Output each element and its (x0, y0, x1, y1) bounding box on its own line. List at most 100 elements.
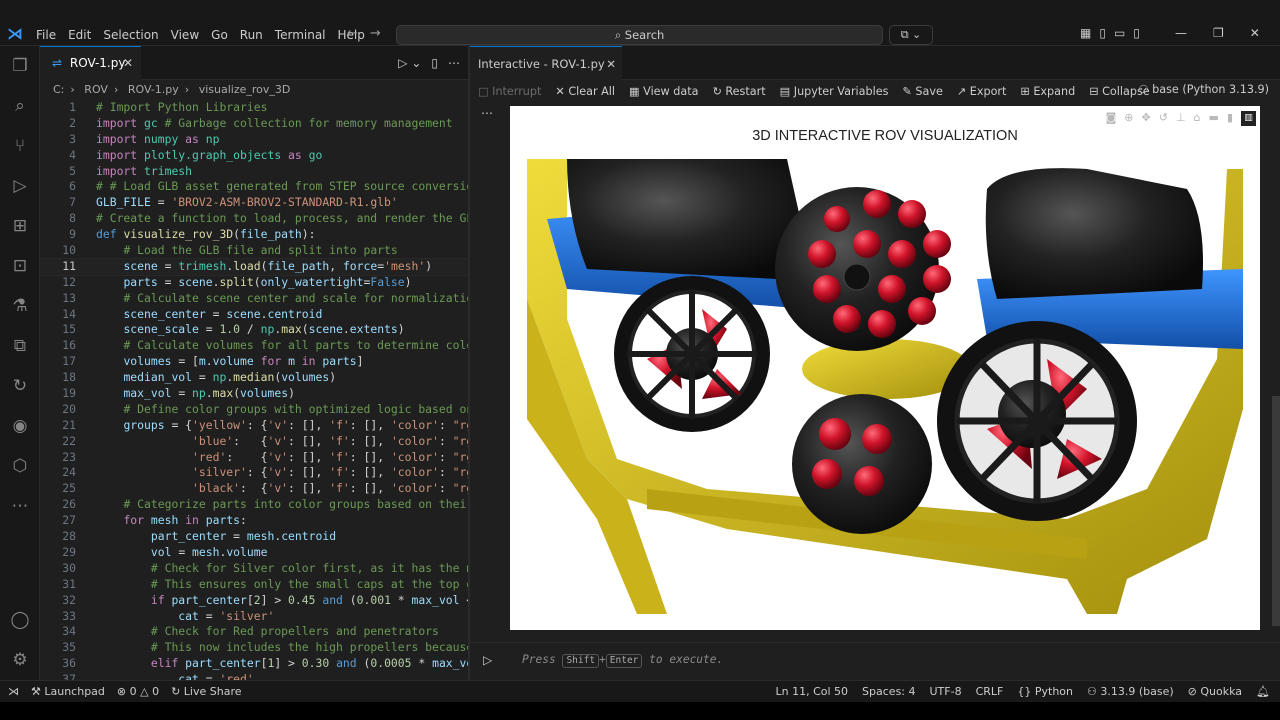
indentation[interactable]: Spaces: 4 (862, 685, 915, 698)
code-line[interactable]: 30 # Check for Silver color first, as it… (40, 561, 468, 577)
more-icon[interactable]: ⋯ (0, 486, 40, 526)
run-debug-icon[interactable]: ▷ (0, 166, 40, 206)
restart-button[interactable]: ↻ Restart (712, 85, 765, 98)
code-line[interactable]: 20 # Define color groups with optimized … (40, 402, 468, 418)
interrupt-button[interactable]: □ Interrupt (478, 85, 541, 98)
input-cell[interactable]: ▷ Press Shift + Enter to execute. (470, 642, 1280, 678)
menu-item-run[interactable]: Run (234, 27, 269, 43)
problems-item[interactable]: ⊗ 0 △ 0 (117, 685, 159, 698)
code-line[interactable]: 13 # Calculate scene center and scale fo… (40, 291, 468, 307)
code-line[interactable]: 23 'red': {'v': [], 'f': [], 'color': "r… (40, 450, 468, 466)
live-share-icon[interactable]: ↻ (0, 366, 40, 406)
close-tab-icon[interactable]: ✕ (606, 57, 616, 71)
jupyter-variables-button[interactable]: ▤ Jupyter Variables (780, 85, 889, 98)
live-share-item[interactable]: ↻ Live Share (171, 685, 241, 698)
interactive-scrollbar[interactable] (1272, 396, 1280, 626)
account-icon[interactable]: ◯ (0, 600, 40, 640)
menu-item-go[interactable]: Go (205, 27, 234, 43)
end-of-line[interactable]: CRLF (976, 685, 1004, 698)
github-icon[interactable]: ◉ (0, 406, 40, 446)
code-line[interactable]: 34 # Check for Red propellers and penetr… (40, 624, 468, 640)
code-line[interactable]: 35 # This now includes the high propelle… (40, 640, 468, 656)
testing-icon[interactable]: ⚗ (0, 286, 40, 326)
encoding[interactable]: UTF-8 (930, 685, 962, 698)
code-line[interactable]: 2 import gc # Garbage collection for memo… (40, 116, 468, 132)
copilot-button[interactable]: ⧉ ⌄ (889, 25, 933, 45)
code-line[interactable]: 18 median_vol = np.median(volumes) (40, 370, 468, 386)
code-line[interactable]: 17 volumes = [m.volume for m in parts] (40, 354, 468, 370)
breadcrumb-item[interactable]: visualize_rov_3D (199, 83, 291, 96)
code-line[interactable]: 7 GLB_FILE = 'BROV2-ASM-BROV2-STANDARD-R1… (40, 195, 468, 211)
code-line[interactable]: 5 import trimesh (40, 164, 468, 180)
spike-icon[interactable]: ▮ (1227, 111, 1233, 126)
code-line[interactable]: 6 # # Load GLB asset generated from STEP … (40, 179, 468, 195)
settings-gear-icon[interactable]: ⚙ (0, 640, 40, 680)
remote-explorer-icon[interactable]: ⊡ (0, 246, 40, 286)
code-line[interactable]: 19 max_vol = np.max(volumes) (40, 386, 468, 402)
menu-item-edit[interactable]: Edit (62, 27, 97, 43)
source-control-icon[interactable]: ⑂ (0, 126, 40, 166)
orbit-icon[interactable]: ↺ (1159, 111, 1168, 126)
run-file-icon[interactable]: ▷ ⌄ (398, 56, 421, 70)
code-line[interactable]: 27 for mesh in parts: (40, 513, 468, 529)
minimize-icon[interactable]: — (1175, 26, 1187, 40)
cell-more-icon[interactable]: ⋯ (481, 106, 493, 120)
code-line[interactable]: 24 'silver': {'v': [], 'f': [], 'color':… (40, 465, 468, 481)
clear-all-button[interactable]: ✕ Clear All (555, 85, 615, 98)
containers-icon[interactable]: ⧉ (0, 326, 40, 366)
code-line[interactable]: 10 # Load the GLB file and split into pa… (40, 243, 468, 259)
code-lines[interactable]: 1 # Import Python Libraries 2 import gc # G… (40, 100, 468, 680)
split-editor-icon[interactable]: ▯ (431, 56, 438, 70)
cursor-position[interactable]: Ln 11, Col 50 (775, 685, 848, 698)
kernel-picker[interactable]: ⚇ base (Python 3.13.9) (1139, 83, 1269, 96)
code-line[interactable]: 25 'black': {'v': [], 'f': [], 'color': … (40, 481, 468, 497)
code-line[interactable]: 12 parts = scene.split(only_watertight=F… (40, 275, 468, 291)
search-view-icon[interactable]: ⌕ (0, 86, 40, 126)
save-button[interactable]: ✎ Save (902, 85, 942, 98)
turntable-icon[interactable]: ⊥ (1176, 111, 1186, 126)
menu-item-selection[interactable]: Selection (97, 27, 164, 43)
breadcrumb-item[interactable]: ROV-1.py (128, 83, 179, 96)
export-button[interactable]: ↗ Export (957, 85, 1007, 98)
forward-arrow-icon[interactable]: → (370, 26, 381, 41)
tab-rov-py[interactable]: ⇌ ROV-1.py ✕ (40, 46, 141, 80)
code-line[interactable]: 22 'blue': {'v': [], 'f': [], 'color': "… (40, 434, 468, 450)
breadcrumb-item[interactable]: C: (53, 83, 64, 96)
quokka-item[interactable]: ⊘ Quokka (1188, 685, 1242, 698)
plotly-logo-icon[interactable]: ▥ (1241, 111, 1256, 126)
close-tab-icon[interactable]: ✕ (123, 56, 133, 70)
toggle-sidebar-icon[interactable]: ▯ (1099, 26, 1106, 40)
rov-3d-render[interactable] (527, 159, 1243, 614)
view-data-button[interactable]: ▦ View data (629, 85, 698, 98)
code-line[interactable]: 15 scene_scale = 1.0 / np.max(scene.exte… (40, 322, 468, 338)
breadcrumb-item[interactable]: ROV (84, 83, 108, 96)
run-cell-icon[interactable]: ▷ (483, 653, 492, 667)
code-line[interactable]: 33 cat = 'silver' (40, 609, 468, 625)
restore-icon[interactable]: ❐ (1213, 26, 1224, 40)
code-line[interactable]: 37 cat = 'red' (40, 672, 468, 680)
launchpad-item[interactable]: ⚒ Launchpad (31, 685, 105, 698)
interpreter[interactable]: ⚇ 3.13.9 (base) (1087, 685, 1174, 698)
code-line[interactable]: 28 part_center = mesh.centroid (40, 529, 468, 545)
customize-layout-icon[interactable]: ▦ (1080, 26, 1091, 40)
more-actions-icon[interactable]: ⋯ (448, 56, 460, 70)
notifications-icon[interactable]: 🔔︎ (1256, 685, 1270, 698)
code-line[interactable]: 8 # Create a function to load, process, a… (40, 211, 468, 227)
code-line[interactable]: 4 import plotly.graph_objects as go (40, 148, 468, 164)
toggle-panel-icon[interactable]: ▭ (1114, 26, 1125, 40)
code-line[interactable]: 29 vol = mesh.volume (40, 545, 468, 561)
code-line[interactable]: 1 # Import Python Libraries (40, 100, 468, 116)
code-line[interactable]: 26 # Categorize parts into color groups … (40, 497, 468, 513)
menu-item-terminal[interactable]: Terminal (269, 27, 332, 43)
close-window-icon[interactable]: ✕ (1250, 26, 1260, 40)
language-mode[interactable]: {} Python (1017, 685, 1073, 698)
code-line[interactable]: 36 elif part_center[1] > 0.30 and (0.000… (40, 656, 468, 672)
code-line[interactable]: 21 groups = {'yellow': {'v': [], 'f': []… (40, 418, 468, 434)
code-line[interactable]: 31 # This ensures only the small caps at… (40, 577, 468, 593)
menu-item-file[interactable]: File (30, 27, 62, 43)
pan-icon[interactable]: ✥ (1142, 111, 1151, 126)
extensions-icon[interactable]: ⊞ (0, 206, 40, 246)
code-line[interactable]: 16 # Calculate volumes for all parts to … (40, 338, 468, 354)
tab-interactive[interactable]: Interactive - ROV-1.py ✕ (470, 46, 622, 80)
expand-button[interactable]: ⊞ Expand (1020, 85, 1075, 98)
